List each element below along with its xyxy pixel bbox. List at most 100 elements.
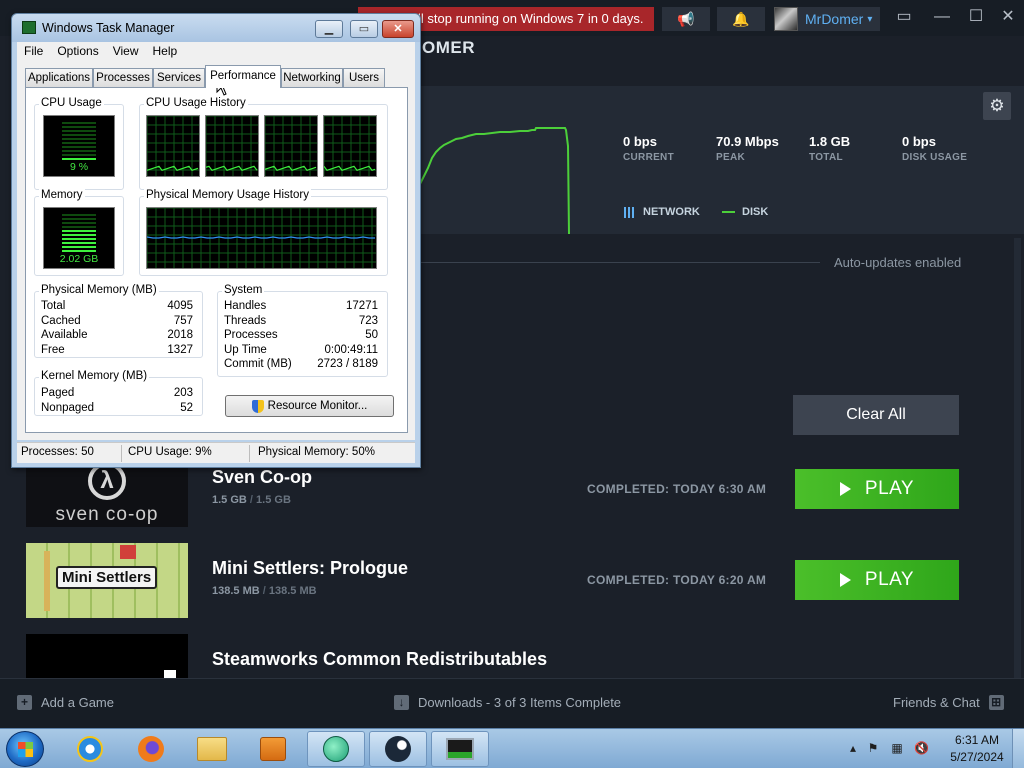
- download-title[interactable]: Steamworks Common Redistributables: [212, 649, 547, 670]
- tab-users[interactable]: Users: [343, 68, 385, 87]
- physical-memory-group: Physical Memory (MB) Total 4095 Cached 757…: [34, 284, 203, 358]
- network-icon[interactable]: ▦: [890, 742, 904, 755]
- gear-icon: ⚙: [989, 96, 1005, 115]
- taskbar-app-green[interactable]: [307, 731, 365, 767]
- menu-view[interactable]: View: [106, 42, 146, 62]
- activity-line: [146, 236, 375, 239]
- tab-services[interactable]: Services: [153, 68, 205, 87]
- avatar: [774, 7, 798, 31]
- stat-key: Commit (MB): [224, 358, 292, 370]
- stat-current: 0 bps CURRENT: [623, 134, 674, 163]
- volume-muted-icon[interactable]: 🔇: [914, 742, 929, 755]
- action-center-flag-icon[interactable]: ⚑: [866, 742, 880, 755]
- minimize-icon: —: [934, 8, 950, 25]
- media-player-icon: [260, 737, 286, 761]
- stat-label: PEAK: [716, 152, 745, 163]
- clear-all-button[interactable]: Clear All: [793, 395, 959, 435]
- stat-key: Available: [41, 329, 88, 341]
- menu-options[interactable]: Options: [50, 42, 105, 62]
- clock-time[interactable]: 6:31 AM: [949, 733, 1005, 747]
- performance-panel: CPU Usage 9 % CPU Usage History Memory 2…: [25, 87, 408, 433]
- game-thumbnail-steamworks[interactable]: [26, 634, 188, 678]
- cpu-history-graph: [323, 115, 377, 177]
- stat-peak: 70.9 Mbps PEAK: [716, 134, 779, 163]
- size-done: 138.5 MB: [212, 585, 260, 597]
- download-title[interactable]: Sven Co-op: [212, 467, 312, 488]
- menu-file[interactable]: File: [17, 42, 50, 62]
- game-thumbnail-sven-coop[interactable]: λ sven co-op: [26, 466, 188, 527]
- start-button[interactable]: [6, 731, 44, 767]
- show-hidden-icons-chevron-icon[interactable]: ▴: [846, 742, 860, 755]
- resource-monitor-button[interactable]: Resource Monitor...: [225, 395, 394, 417]
- stat-value: 52: [180, 402, 193, 414]
- task-manager-titlebar[interactable]: Windows Task Manager ▁ ▭ ✕: [12, 14, 420, 42]
- download-icon: ↓: [394, 695, 409, 710]
- clock-date[interactable]: 5/27/2024: [945, 750, 1009, 764]
- taskbar-task-manager[interactable]: [431, 731, 489, 767]
- taskbar-explorer[interactable]: [183, 731, 241, 767]
- resource-monitor-label: Resource Monitor...: [267, 400, 368, 412]
- close-button[interactable]: ✕: [382, 20, 414, 38]
- divider: [420, 262, 820, 263]
- stat-value: 17271: [346, 300, 378, 312]
- task-manager-window: Windows Task Manager ▁ ▭ ✕ File Options …: [11, 13, 421, 468]
- minimize-button[interactable]: ▁: [315, 20, 343, 38]
- scrollbar[interactable]: [1014, 238, 1021, 718]
- add-game-button[interactable]: + Add a Game: [17, 695, 114, 710]
- big-picture-button[interactable]: ▭: [890, 6, 918, 28]
- stat-key: Total: [41, 300, 66, 312]
- stat-value: 1.8 GB: [809, 134, 851, 149]
- stat-label: CURRENT: [623, 152, 674, 163]
- bar-chart-icon: [624, 206, 636, 218]
- close-icon: ✕: [1001, 8, 1015, 25]
- game-thumbnail-mini-settlers[interactable]: Mini Settlers: [26, 543, 188, 618]
- taskbar-internet-explorer[interactable]: [61, 731, 119, 767]
- notifications-button[interactable]: 🔔: [717, 7, 765, 31]
- announcements-button[interactable]: 📢: [662, 7, 710, 31]
- tab-processes[interactable]: Processes: [93, 68, 153, 87]
- download-title[interactable]: Mini Settlers: Prologue: [212, 558, 408, 579]
- stat-key: Nonpaged: [41, 402, 95, 414]
- system-group: System Handles 17271 Threads 723 Processes…: [217, 284, 388, 377]
- tab-networking[interactable]: Networking: [281, 68, 343, 87]
- stat-key: Free: [41, 344, 65, 356]
- show-desktop-button[interactable]: [1012, 729, 1024, 768]
- friends-chat-button[interactable]: Friends & Chat ⊞: [893, 695, 1004, 710]
- download-size: 138.5 MB / 138.5 MB: [212, 585, 317, 597]
- play-icon: [839, 482, 851, 496]
- play-button[interactable]: PLAY: [795, 560, 959, 600]
- size-total: 1.5 GB: [256, 494, 291, 506]
- tab-applications[interactable]: Applications: [25, 68, 93, 87]
- stat-value: 0 bps: [902, 134, 936, 149]
- play-button[interactable]: PLAY: [795, 469, 959, 509]
- settings-button[interactable]: ⚙: [983, 92, 1011, 120]
- cpu-meter-fill: [62, 156, 96, 160]
- taskbar-steam[interactable]: [369, 731, 427, 767]
- taskbar-firefox[interactable]: [122, 731, 180, 767]
- user-menu[interactable]: MrDomer ▾: [774, 7, 880, 31]
- thumbnail-art-house: [120, 545, 136, 559]
- legend-disk-label: DISK: [742, 206, 769, 218]
- download-status: COMPLETED: TODAY 6:20 AM: [587, 573, 767, 587]
- minimize-button[interactable]: —: [928, 6, 956, 28]
- thumbnail-art: [164, 670, 176, 678]
- close-button[interactable]: ✕: [994, 6, 1022, 28]
- taskbar-media-player[interactable]: [244, 731, 302, 767]
- memory-history-graph: [146, 207, 377, 269]
- tab-performance[interactable]: Performance: [205, 65, 281, 88]
- stat-label: DISK USAGE: [902, 152, 968, 163]
- stat-value: 2723 / 8189: [317, 358, 378, 370]
- downloads-status-button[interactable]: ↓ Downloads - 3 of 3 Items Complete: [394, 695, 621, 710]
- maximize-button[interactable]: ▭: [350, 20, 378, 38]
- steam-icon: [385, 736, 411, 762]
- downloads-status-label: Downloads - 3 of 3 Items Complete: [418, 695, 622, 710]
- thumbnail-art-path: [44, 551, 50, 611]
- maximize-icon: ☐: [968, 8, 984, 25]
- stat-value: 2018: [167, 329, 193, 341]
- menu-help[interactable]: Help: [146, 42, 185, 62]
- maximize-button[interactable]: ☐: [962, 6, 990, 28]
- friends-icon: ⊞: [988, 695, 1004, 710]
- disk-line: [420, 127, 570, 234]
- status-cpu: CPU Usage: 9%: [128, 446, 212, 458]
- stat-disk-usage: 0 bps DISK USAGE: [902, 134, 967, 163]
